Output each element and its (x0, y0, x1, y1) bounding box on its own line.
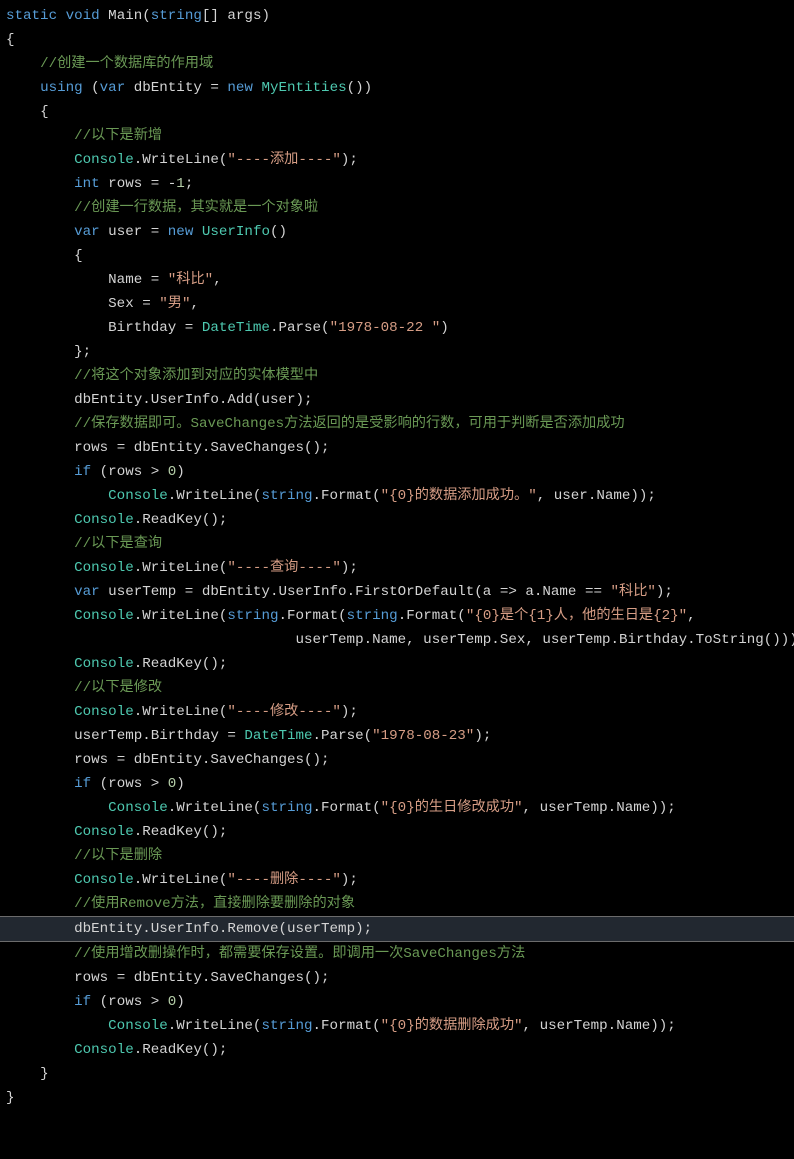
code-line: var userTemp = dbEntity.UserInfo.FirstOr… (6, 580, 788, 604)
code-line: if (rows > 0) (6, 990, 788, 1014)
code-line: Sex = "男", (6, 292, 788, 316)
code-line: userTemp.Birthday = DateTime.Parse("1978… (6, 724, 788, 748)
code-line: //以下是新增 (6, 124, 788, 148)
code-line: if (rows > 0) (6, 772, 788, 796)
code-line: int rows = -1; (6, 172, 788, 196)
code-block: static void Main(string[] args){ //创建一个数… (6, 4, 788, 1110)
code-line: dbEntity.UserInfo.Remove(userTemp); (0, 916, 794, 942)
code-line: } (6, 1086, 788, 1110)
code-line: rows = dbEntity.SaveChanges(); (6, 966, 788, 990)
code-line: Console.ReadKey(); (6, 508, 788, 532)
code-line: Console.WriteLine("----修改----"); (6, 700, 788, 724)
code-line: } (6, 1062, 788, 1086)
code-line: Console.WriteLine(string.Format("{0}的数据删… (6, 1014, 788, 1038)
code-line: Console.ReadKey(); (6, 820, 788, 844)
code-line: }; (6, 340, 788, 364)
code-line: //创建一个数据库的作用域 (6, 52, 788, 76)
code-line: Console.WriteLine("----删除----"); (6, 868, 788, 892)
code-line: //以下是修改 (6, 676, 788, 700)
code-line: var user = new UserInfo() (6, 220, 788, 244)
code-line: //使用增改删操作时，都需要保存设置。即调用一次SaveChanges方法 (6, 942, 788, 966)
code-line: { (6, 28, 788, 52)
code-line: //使用Remove方法，直接删除要删除的对象 (6, 892, 788, 916)
code-line: Console.ReadKey(); (6, 652, 788, 676)
code-line: rows = dbEntity.SaveChanges(); (6, 436, 788, 460)
code-line: Name = "科比", (6, 268, 788, 292)
code-line: //将这个对象添加到对应的实体模型中 (6, 364, 788, 388)
code-line: using (var dbEntity = new MyEntities()) (6, 76, 788, 100)
code-line: Console.ReadKey(); (6, 1038, 788, 1062)
code-line: //以下是查询 (6, 532, 788, 556)
code-line: userTemp.Name, userTemp.Sex, userTemp.Bi… (6, 628, 788, 652)
code-line: if (rows > 0) (6, 460, 788, 484)
code-line: Console.WriteLine(string.Format("{0}的数据添… (6, 484, 788, 508)
code-line: Console.WriteLine("----查询----"); (6, 556, 788, 580)
code-line: Console.WriteLine("----添加----"); (6, 148, 788, 172)
code-line: Console.WriteLine(string.Format("{0}的生日修… (6, 796, 788, 820)
code-line: static void Main(string[] args) (6, 4, 788, 28)
code-line: Birthday = DateTime.Parse("1978-08-22 ") (6, 316, 788, 340)
code-line: dbEntity.UserInfo.Add(user); (6, 388, 788, 412)
code-line: //创建一行数据，其实就是一个对象啦 (6, 196, 788, 220)
code-line: //以下是删除 (6, 844, 788, 868)
code-line: { (6, 100, 788, 124)
code-line: { (6, 244, 788, 268)
code-line: //保存数据即可。SaveChanges方法返回的是受影响的行数，可用于判断是否… (6, 412, 788, 436)
code-line: rows = dbEntity.SaveChanges(); (6, 748, 788, 772)
code-line: Console.WriteLine(string.Format(string.F… (6, 604, 788, 628)
